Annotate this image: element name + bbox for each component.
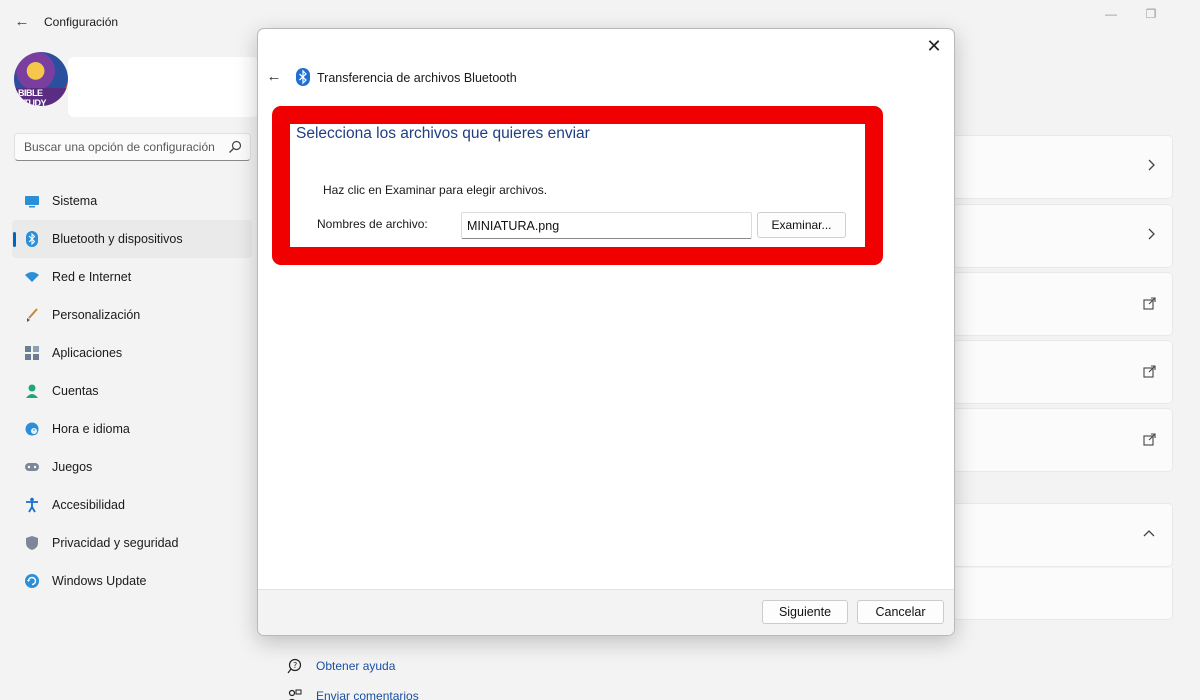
sidebar-item-label: Accesibilidad [52,498,125,512]
filename-input[interactable] [461,212,752,239]
close-icon[interactable]: ✕ [922,34,946,58]
sidebar-item-label: Cuentas [52,384,99,398]
sidebar-item-label: Juegos [52,460,93,474]
person-icon [24,383,40,399]
accessibility-icon [24,497,40,513]
sidebar-item-aplicaciones[interactable]: Aplicaciones [12,334,252,372]
chevron-right-icon [1146,227,1156,241]
clock-globe-icon [24,421,40,437]
search-icon[interactable] [228,140,242,154]
avatar[interactable]: BIBLE STUDY [14,52,68,106]
sidebar-item-label: Hora e idioma [52,422,130,436]
back-arrow-icon[interactable]: ← [264,67,284,87]
update-icon [24,573,40,589]
filename-label: Nombres de archivo: [317,217,428,231]
minimize-icon[interactable]: — [1096,6,1126,22]
cancel-button[interactable]: Cancelar [857,600,944,624]
settings-card[interactable] [955,408,1173,472]
get-help-link[interactable]: ? Obtener ayuda [286,651,419,681]
chevron-right-icon [1146,158,1156,172]
monitor-icon [24,193,40,209]
app-title: Configuración [44,15,119,29]
sidebar-item-personalizacion[interactable]: Personalización [12,296,252,334]
user-info-card [68,57,258,117]
help-icon: ? [287,658,302,674]
settings-card[interactable] [955,204,1173,268]
bluetooth-icon [24,231,40,247]
dialog-heading: Selecciona los archivos que quieres envi… [296,125,590,142]
browse-button[interactable]: Examinar... [757,212,846,238]
bluetooth-transfer-dialog: ✕ ← Transferencia de archivos Bluetooth … [257,28,955,636]
get-help-label: Obtener ayuda [316,659,396,673]
send-feedback-link[interactable]: Enviar comentarios [286,681,419,700]
sidebar-item-sistema[interactable]: Sistema [12,182,252,220]
next-button[interactable]: Siguiente [762,600,848,624]
settings-card[interactable] [955,340,1173,404]
external-link-icon [1143,297,1156,310]
send-feedback-label: Enviar comentarios [316,689,419,700]
sidebar-item-label: Sistema [52,194,98,208]
restore-icon[interactable]: ❐ [1136,6,1166,22]
sidebar-item-accesibilidad[interactable]: Accesibilidad [12,486,252,524]
bluetooth-icon [296,68,310,86]
external-link-icon [1143,365,1156,378]
sidebar-item-label: Personalización [52,308,141,322]
brush-icon [24,307,40,323]
sidebar-item-privacidad[interactable]: Privacidad y seguridad [12,524,252,562]
gamepad-icon [24,459,40,475]
settings-card-content [955,568,1173,620]
sidebar-item-hora[interactable]: Hora e idioma [12,410,252,448]
sidebar-item-label: Bluetooth y dispositivos [52,232,183,246]
sidebar-item-label: Privacidad y seguridad [52,536,179,550]
external-link-icon [1143,433,1156,446]
sidebar-item-bluetooth[interactable]: Bluetooth y dispositivos [12,220,252,258]
avatar-logo-text: BIBLE STUDY [16,88,68,106]
sidebar-item-red[interactable]: Red e Internet [12,258,252,296]
sidebar-item-windows-update[interactable]: Windows Update [12,562,252,600]
instruction-text: Haz clic en Examinar para elegir archivo… [323,183,548,197]
settings-card[interactable] [955,135,1173,199]
feedback-icon [288,689,302,700]
highlight-frame: Selecciona los archivos que quieres envi… [272,106,883,265]
wifi-icon [24,269,40,285]
help-links: ? Obtener ayuda Enviar comentarios [286,651,419,700]
sidebar-item-label: Aplicaciones [52,346,123,360]
settings-card[interactable] [955,272,1173,336]
dialog-footer: Siguiente Cancelar [258,589,954,635]
apps-icon [24,345,40,361]
svg-text:?: ? [293,661,297,670]
sidebar-item-juegos[interactable]: Juegos [12,448,252,486]
search-input[interactable] [15,134,220,160]
sidebar-item-label: Red e Internet [52,270,132,284]
settings-card-expanded[interactable] [955,503,1173,567]
shield-icon [24,535,40,551]
dialog-title: Transferencia de archivos Bluetooth [317,71,517,85]
sidebar-item-cuentas[interactable]: Cuentas [12,372,252,410]
sidebar-nav: Sistema Bluetooth y dispositivos Red e I… [12,182,252,600]
sidebar-item-label: Windows Update [52,574,147,588]
search-box[interactable] [14,133,251,161]
back-arrow-icon[interactable]: ← [12,12,32,32]
chevron-up-icon [1142,528,1156,538]
